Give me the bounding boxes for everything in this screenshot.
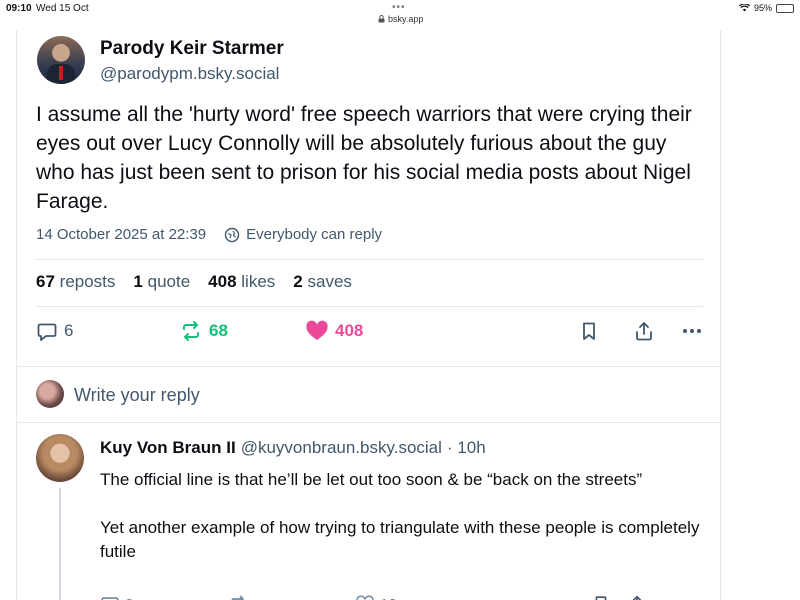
share-icon — [636, 322, 652, 341]
url-text: bsky.app — [388, 14, 424, 24]
avatar-tie — [59, 66, 63, 80]
stat-quotes[interactable]: 1 quote — [133, 272, 190, 292]
stat-reposts[interactable]: 67 reposts — [36, 272, 115, 292]
wifi-icon — [738, 4, 750, 12]
reply-reply-count: 2 — [125, 596, 133, 600]
heart-outline-icon — [356, 595, 374, 600]
more-options-icon — [668, 594, 690, 600]
status-date: Wed 15 Oct — [36, 3, 89, 14]
bookmark-icon — [583, 322, 595, 340]
author-avatar[interactable] — [37, 36, 85, 84]
reply-reply-button[interactable]: 2 — [100, 594, 133, 600]
repost-count: 68 — [209, 321, 228, 340]
reply-icon — [101, 597, 119, 600]
status-time: 09:10 — [6, 3, 32, 14]
repost-button[interactable]: 68 — [179, 320, 228, 342]
globe-reply-icon — [224, 227, 240, 242]
stat-likes[interactable]: 408 likes — [208, 272, 275, 292]
divider — [36, 306, 703, 307]
divider — [36, 259, 703, 260]
author-handle[interactable]: @parodypm.bsky.social — [100, 64, 279, 84]
reply-composer[interactable]: Write your reply — [17, 366, 720, 422]
battery-icon — [776, 3, 794, 13]
reply-count: 6 — [64, 321, 74, 340]
reply-time[interactable]: · 10h — [447, 438, 486, 458]
reply-post[interactable]: Kuy Von Braun II @kuyvonbraun.bsky.socia… — [17, 422, 720, 600]
reply-text: The official line is that he’ll be let o… — [100, 470, 710, 564]
share-icon — [632, 595, 642, 600]
bookmark-button[interactable] — [578, 320, 600, 342]
more-options-icon — [683, 329, 701, 333]
reply-like-count: 12 — [380, 596, 397, 600]
like-button[interactable]: 408 — [305, 320, 363, 342]
post-stats: 67 reposts 1 quote 408 likes 2 saves — [36, 272, 352, 292]
current-user-avatar — [36, 380, 64, 408]
reply-author-name[interactable]: Kuy Von Braun II — [100, 438, 236, 458]
stat-saves[interactable]: 2 saves — [293, 272, 352, 292]
multitasking-dots-icon[interactable]: ••• — [392, 2, 406, 13]
reply-bookmark-button[interactable] — [591, 594, 611, 600]
reply-input-placeholder[interactable]: Write your reply — [74, 385, 200, 406]
status-bar: 09:10 Wed 15 Oct ••• bsky.app 95% — [0, 0, 800, 30]
reply-repost-button[interactable] — [228, 594, 248, 600]
thread-line — [59, 488, 61, 600]
post-actions: 6 68 408 — [36, 320, 703, 350]
reply-actions: 2 12 — [100, 594, 700, 600]
reply-more-button[interactable] — [668, 594, 690, 600]
reply-like-button[interactable]: 12 — [355, 594, 397, 600]
post-text: I assume all the 'hurty word' free speec… — [36, 103, 692, 213]
reply-header: Kuy Von Braun II @kuyvonbraun.bsky.socia… — [100, 438, 486, 458]
more-button[interactable] — [680, 320, 704, 342]
reply-paragraph: The official line is that he’ll be let o… — [100, 470, 643, 489]
status-right: 95% — [738, 3, 794, 13]
heart-filled-icon — [306, 320, 328, 340]
repost-icon — [183, 321, 199, 341]
reply-author-avatar[interactable] — [36, 434, 84, 482]
author-name[interactable]: Parody Keir Starmer — [100, 38, 284, 60]
url-bar[interactable]: bsky.app — [378, 14, 423, 24]
share-button[interactable] — [633, 320, 655, 342]
battery-percent: 95% — [753, 3, 772, 13]
reply-setting[interactable]: Everybody can reply — [246, 226, 382, 243]
reply-share-button[interactable] — [627, 594, 647, 600]
bookmark-icon — [595, 596, 607, 600]
lock-icon — [378, 15, 385, 23]
reply-paragraph: Yet another example of how trying to tri… — [100, 518, 700, 561]
repost-icon — [231, 595, 244, 600]
reply-author-handle[interactable]: @kuyvonbraun.bsky.social — [241, 438, 442, 458]
thread-column: Parody Keir Starmer @parodypm.bsky.socia… — [16, 30, 721, 600]
reply-icon — [37, 323, 57, 341]
like-count: 408 — [335, 321, 364, 340]
reply-button[interactable]: 6 — [36, 320, 73, 342]
post-timestamp[interactable]: 14 October 2025 at 22:39 — [36, 226, 206, 243]
post-meta: 14 October 2025 at 22:39 Everybody can r… — [36, 226, 382, 243]
right-gutter — [722, 30, 800, 600]
